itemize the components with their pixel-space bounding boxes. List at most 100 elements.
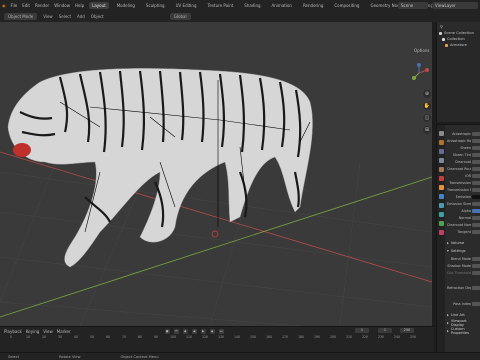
add-menu[interactable]: Add	[77, 14, 85, 19]
3d-viewport[interactable]: Options ⊕ ✋ ◫ ⊞	[0, 22, 432, 326]
next-key-icon[interactable]: ◆	[209, 328, 215, 334]
menu-window[interactable]: Window	[54, 3, 70, 8]
outliner-header: ⚲	[437, 22, 480, 30]
section-settings[interactable]: ▾ Settings	[447, 247, 480, 254]
keying-menu[interactable]: Keying	[26, 329, 39, 334]
prop-alpha[interactable]: Alpha	[447, 208, 480, 214]
start-frame-field[interactable]: 1	[378, 328, 392, 333]
modifier-tab-icon[interactable]	[438, 194, 444, 199]
prop-tangent[interactable]: Tangent	[447, 229, 480, 235]
tab-animation[interactable]: Animation	[269, 2, 295, 9]
current-frame-field[interactable]: 1	[355, 328, 369, 333]
section-viewport-display[interactable]: ▸ Viewport Display	[447, 319, 480, 327]
menu-file[interactable]: File	[11, 3, 18, 8]
prop-refraction-depth[interactable]: Refraction Depth	[447, 285, 480, 291]
prop-pass-index[interactable]: Pass Index	[447, 301, 480, 307]
prop-clearcoat-normal[interactable]: Clearcoat Normal	[447, 222, 480, 228]
status-select: Select	[8, 354, 20, 359]
scene-selector[interactable]: Scene	[398, 2, 428, 9]
constraint-tab-icon[interactable]	[438, 212, 444, 217]
section-line-art[interactable]: ▸ Line Art	[447, 311, 480, 318]
tab-sculpting[interactable]: Sculpting	[143, 2, 168, 9]
render-tab-icon[interactable]	[438, 140, 444, 145]
jump-start-icon[interactable]: ⏮	[173, 328, 179, 334]
status-bar: Select Rotate View Object Context Menu	[0, 352, 480, 360]
output-tab-icon[interactable]	[438, 149, 444, 154]
transform-orientation-dropdown[interactable]: Global	[169, 13, 191, 20]
tiger-mouth	[13, 143, 31, 157]
armature-icon	[445, 43, 448, 47]
tab-uv-editing[interactable]: UV Editing	[173, 2, 200, 9]
timeline-ruler[interactable]: 0 10 20 30 40 50 60 70 80 90 100 110 120…	[0, 335, 434, 341]
end-frame-field[interactable]: 250	[400, 328, 414, 333]
collection-icon	[442, 37, 445, 41]
menu-edit[interactable]: Edit	[22, 3, 30, 8]
camera-icon[interactable]: ◫	[423, 114, 431, 122]
x-axis-line	[0, 151, 432, 283]
view-layer-selector[interactable]: ViewLayer	[432, 2, 478, 9]
chevron-down-icon: ▾	[447, 248, 449, 253]
prop-blend-mode[interactable]: Blend Mode	[447, 256, 480, 262]
menu-render[interactable]: Render	[35, 3, 49, 8]
outliner-row-armature[interactable]: Armature	[437, 42, 480, 48]
options-dropdown[interactable]: Options	[414, 48, 429, 53]
prop-clearcoat[interactable]: Clearcoat	[447, 159, 480, 165]
menu-help[interactable]: Help	[75, 3, 84, 8]
world-tab-icon[interactable]	[438, 176, 444, 181]
tab-shading[interactable]: Shading	[241, 2, 263, 9]
playback-menu[interactable]: Playback	[4, 329, 22, 334]
prop-clip-threshold[interactable]: Clip Threshold	[447, 270, 480, 276]
view-layer-tab-icon[interactable]	[438, 158, 444, 163]
prop-normal[interactable]: Normal	[447, 215, 480, 221]
object-mode-dropdown[interactable]: Object Mode	[4, 13, 38, 20]
prop-emission-strength[interactable]: Emission Strength	[447, 201, 480, 207]
tab-rendering[interactable]: Rendering	[300, 2, 326, 9]
jump-end-icon[interactable]: ⏭	[218, 328, 224, 334]
section-custom-properties[interactable]: ▸ Custom Properties	[447, 327, 480, 335]
scene-tab-icon[interactable]	[438, 167, 444, 172]
prop-anisotropic[interactable]: Anisotropic	[447, 131, 480, 137]
select-menu[interactable]: Select	[59, 14, 71, 19]
physics-tab-icon[interactable]	[438, 203, 444, 208]
viewport-header: Object Mode View Select Add Object Globa…	[0, 11, 432, 22]
tab-modeling[interactable]: Modeling	[114, 2, 138, 9]
section-volume[interactable]: ▸ Volume	[447, 239, 480, 246]
y-axis-line	[0, 176, 432, 318]
grid-ortho-icon[interactable]: ⊞	[423, 126, 431, 134]
prop-sheen[interactable]: Sheen	[447, 145, 480, 151]
play-reverse-icon[interactable]: ◀	[191, 328, 197, 334]
record-icon[interactable]: ●	[164, 328, 170, 334]
prop-ior[interactable]: IOR	[447, 173, 480, 179]
navigation-gizmo[interactable]	[408, 62, 430, 84]
tab-layout[interactable]: Layout	[89, 1, 109, 9]
tab-compositing[interactable]: Compositing	[331, 2, 362, 9]
chevron-right-icon: ▸	[447, 328, 449, 333]
top-bar: ◉ File Edit Render Window Help Layout Mo…	[0, 0, 480, 22]
prop-shadow-mode[interactable]: Shadow Mode	[447, 263, 480, 269]
prop-sheen-tint[interactable]: Sheen Tint	[447, 152, 480, 158]
object-tab-icon[interactable]	[438, 185, 444, 190]
object-menu[interactable]: Object	[91, 14, 104, 19]
view-menu[interactable]: View	[43, 329, 53, 334]
data-tab-icon[interactable]	[438, 221, 444, 226]
outliner-filter-icon[interactable]: ⚲	[440, 24, 443, 29]
prop-clearcoat-roughness[interactable]: Clearcoat Roughness	[447, 166, 480, 172]
view-menu[interactable]: View	[43, 14, 53, 19]
chevron-right-icon: ▸	[447, 320, 449, 325]
zoom-icon[interactable]: ⊕	[423, 90, 431, 98]
3d-cursor[interactable]	[211, 230, 219, 238]
prop-transmission-roughness[interactable]: Transmission Roughness	[447, 187, 480, 193]
prop-transmission[interactable]: Transmission	[447, 180, 480, 186]
play-icon[interactable]: ▶	[200, 328, 206, 334]
pan-hand-icon[interactable]: ✋	[423, 102, 431, 110]
outliner-panel: ⚲ Scene Collection Collection Armature	[436, 22, 480, 122]
prop-emission[interactable]: Emission	[447, 194, 480, 200]
prev-key-icon[interactable]: ◆	[182, 328, 188, 334]
blender-logo-icon[interactable]: ◉	[2, 3, 6, 8]
tab-texture-paint[interactable]: Texture Paint	[204, 2, 236, 9]
tool-tab-icon[interactable]	[438, 131, 444, 136]
status-rotate-view: Rotate View	[59, 354, 81, 359]
prop-anisotropic-rotation[interactable]: Anisotropic Rotation	[447, 138, 480, 144]
material-tab-icon[interactable]	[438, 230, 444, 235]
marker-menu[interactable]: Marker	[57, 329, 71, 334]
